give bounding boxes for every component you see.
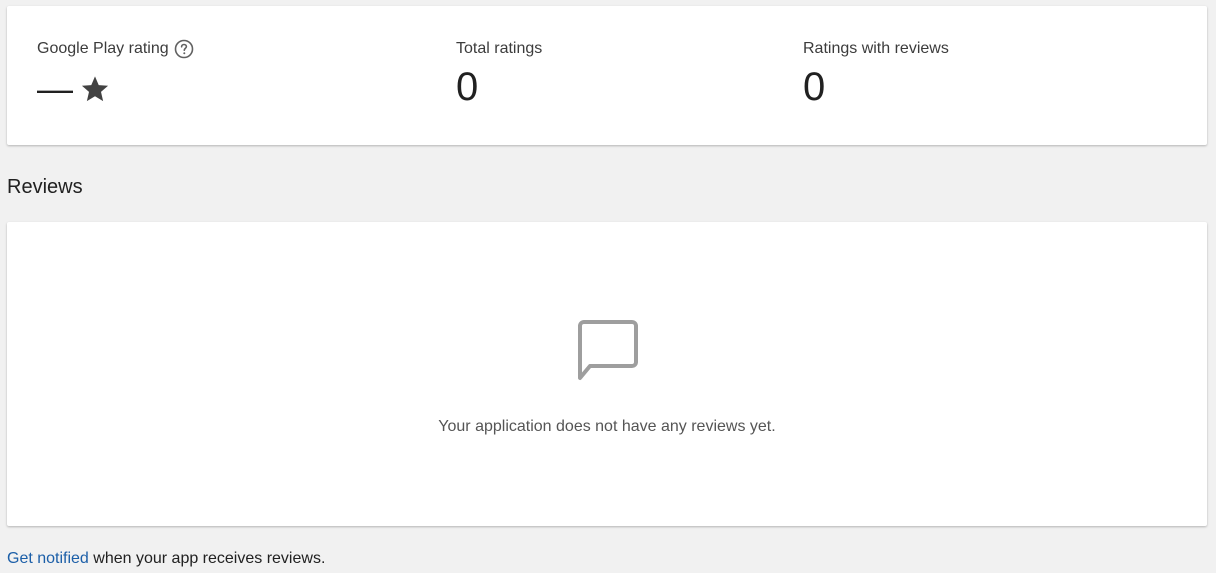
rating-label-row: Google Play rating bbox=[37, 39, 194, 59]
rating-label: Google Play rating bbox=[37, 40, 169, 57]
rating-stat: Google Play rating — bbox=[37, 39, 194, 109]
ratings-with-reviews-value: 0 bbox=[803, 65, 826, 109]
ratings-with-reviews-stat: Ratings with reviews 0 bbox=[803, 39, 949, 107]
total-ratings-value: 0 bbox=[456, 65, 479, 109]
footer-notice: Get notified when your app receives revi… bbox=[7, 550, 325, 568]
chat-bubble-icon bbox=[578, 320, 638, 382]
reviews-section-title: Reviews bbox=[7, 176, 83, 198]
help-circle-icon[interactable] bbox=[174, 39, 194, 59]
footer-text: when your app receives reviews. bbox=[88, 550, 326, 567]
stats-card: Google Play rating — Total ratings 0 Rat… bbox=[7, 6, 1207, 145]
total-ratings-label: Total ratings bbox=[456, 40, 543, 57]
empty-reviews-message: Your application does not have any revie… bbox=[438, 418, 776, 435]
star-icon bbox=[79, 73, 111, 105]
rating-value: — bbox=[37, 68, 73, 109]
get-notified-link[interactable]: Get notified bbox=[7, 550, 89, 567]
rating-value-row: — bbox=[37, 69, 194, 109]
total-ratings-stat: Total ratings 0 bbox=[456, 39, 542, 107]
reviews-card: Your application does not have any revie… bbox=[7, 222, 1207, 526]
ratings-with-reviews-label: Ratings with reviews bbox=[803, 40, 949, 57]
